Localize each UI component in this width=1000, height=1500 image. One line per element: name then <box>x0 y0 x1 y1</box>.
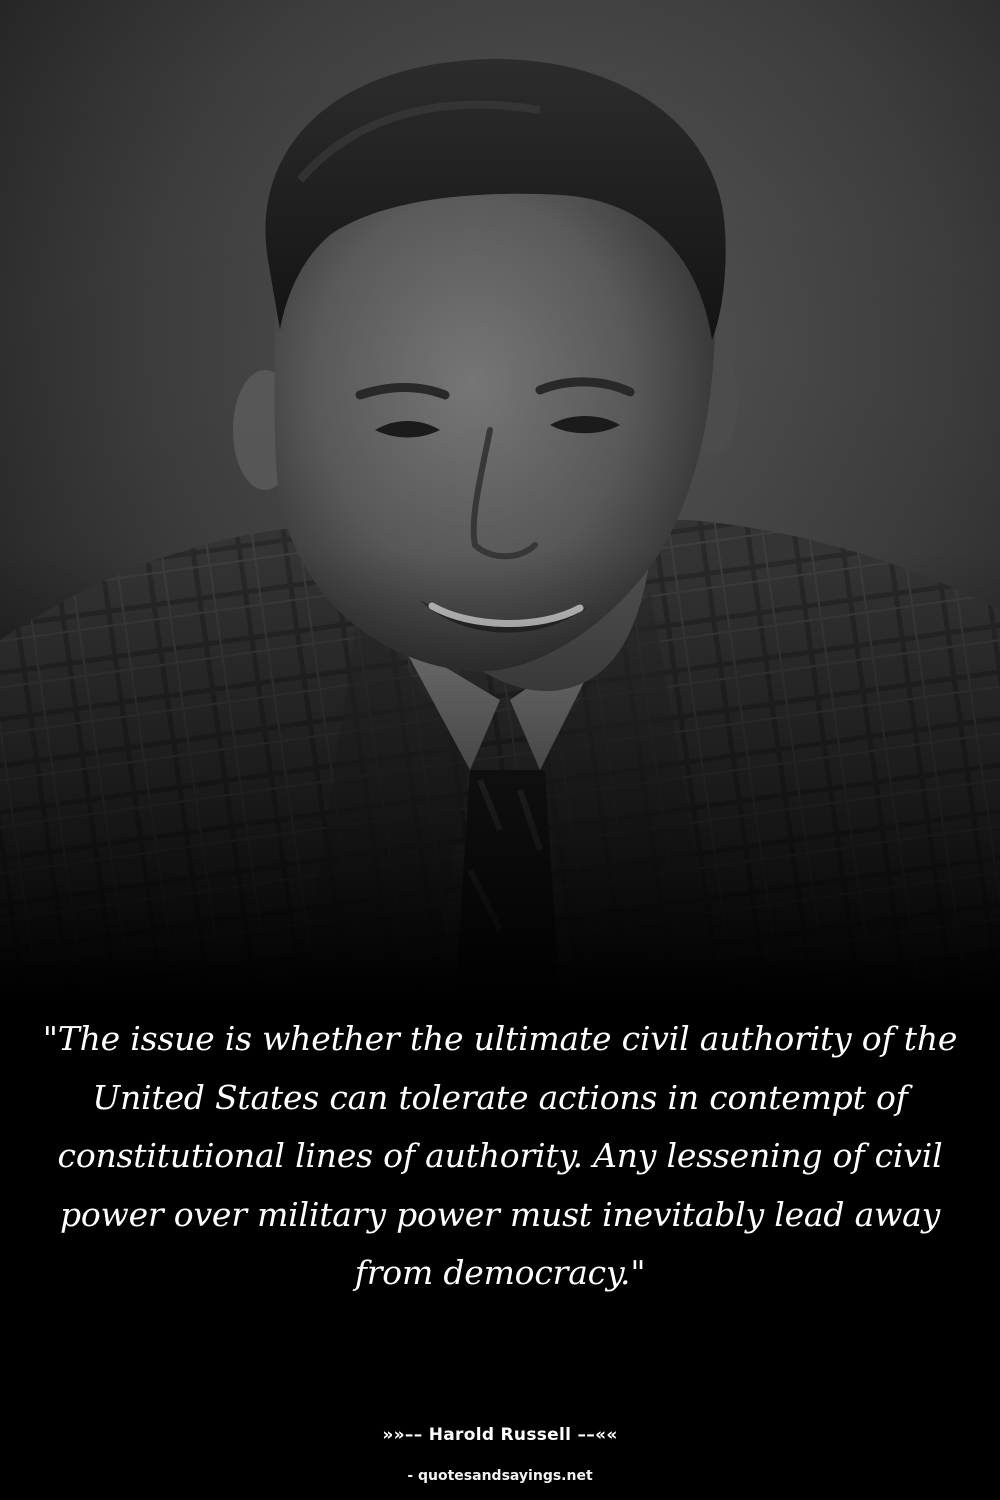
author-name: Harold Russell <box>428 1425 572 1445</box>
quote-block: "The issue is whether the ultimate civil… <box>40 1010 960 1303</box>
portrait-photo <box>0 0 1000 1000</box>
author-prefix-ornament: »»–– <box>382 1425 423 1445</box>
author-attribution: »»–– Harold Russell ––«« <box>0 1425 1000 1445</box>
quote-poster: "The issue is whether the ultimate civil… <box>0 0 1000 1500</box>
source-credit: - quotesandsayings.net <box>407 1468 593 1484</box>
author-suffix-ornament: ––«« <box>577 1425 618 1445</box>
quote-text: "The issue is whether the ultimate civil… <box>42 1019 958 1292</box>
